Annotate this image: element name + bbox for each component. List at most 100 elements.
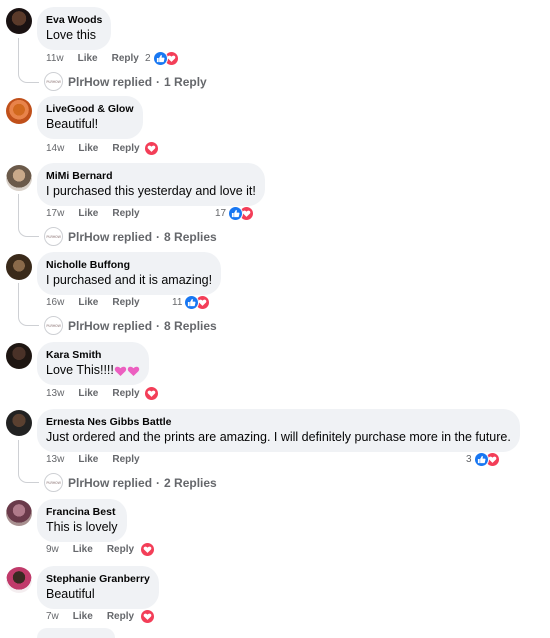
comment-time[interactable]: 17w bbox=[46, 208, 64, 219]
comment-text: Beautiful! bbox=[46, 117, 99, 131]
avatar[interactable] bbox=[6, 98, 32, 124]
comment-meta: 11w Like Reply bbox=[46, 53, 139, 64]
comment-meta: 13w Like Reply bbox=[46, 454, 140, 465]
view-replies-link[interactable]: PLRHOW PlrHow replied · 8 Replies bbox=[44, 227, 217, 246]
comment-time[interactable]: 11w bbox=[46, 53, 64, 64]
comment-meta: 14w Like Reply bbox=[46, 143, 140, 154]
separator-dot: · bbox=[156, 229, 161, 244]
avatar[interactable] bbox=[6, 8, 32, 34]
separator-dot: · bbox=[156, 475, 161, 490]
avatar[interactable] bbox=[6, 343, 32, 369]
commenter-name[interactable]: Ernesta Nes Gibbs Battle bbox=[46, 415, 511, 429]
reply-count: 8 Replies bbox=[164, 318, 217, 333]
reaction-count[interactable] bbox=[140, 609, 155, 624]
comment-time[interactable]: 7w bbox=[46, 611, 59, 622]
like-button[interactable]: Like bbox=[73, 611, 93, 622]
page-avatar: PLRHOW bbox=[44, 72, 63, 91]
love-reaction-icon bbox=[140, 542, 155, 557]
thread-line bbox=[18, 38, 39, 83]
comment-text: This is lovely bbox=[46, 520, 118, 534]
like-button[interactable]: Like bbox=[78, 454, 98, 465]
avatar[interactable] bbox=[6, 410, 32, 436]
commenter-name[interactable]: MiMi Bernard bbox=[46, 169, 256, 183]
reply-count: 8 Replies bbox=[164, 229, 217, 244]
reaction-count[interactable]: 11 bbox=[172, 295, 211, 310]
thread-line bbox=[18, 283, 39, 326]
comment-text: Love This!!!! bbox=[46, 362, 140, 378]
like-reaction-icon bbox=[473, 452, 489, 467]
like-button[interactable]: Like bbox=[73, 544, 93, 555]
comment-time[interactable]: 16w bbox=[46, 297, 64, 308]
comment-bubble: MiMi Bernard I purchased this yesterday … bbox=[37, 163, 265, 206]
like-button[interactable]: Like bbox=[78, 53, 98, 64]
love-reaction-icon bbox=[140, 609, 155, 624]
comment-time[interactable]: 9w bbox=[46, 544, 59, 555]
commenter-name[interactable]: Kara Smith bbox=[46, 348, 140, 362]
comment-text: Beautiful bbox=[46, 587, 95, 601]
like-button[interactable]: Like bbox=[78, 208, 98, 219]
comment-bubble: Ernesta Nes Gibbs Battle Just ordered an… bbox=[37, 409, 520, 452]
reaction-count[interactable]: 17 bbox=[215, 206, 255, 221]
page-avatar: PLRHOW bbox=[44, 227, 63, 246]
like-button[interactable]: Like bbox=[78, 388, 98, 399]
like-reaction-icon bbox=[152, 51, 168, 66]
like-button[interactable]: Like bbox=[78, 297, 98, 308]
comment-text: I purchased and it is amazing! bbox=[46, 273, 213, 287]
separator-dot: · bbox=[156, 74, 161, 89]
comment-time[interactable]: 14w bbox=[46, 143, 64, 154]
reaction-count[interactable] bbox=[144, 141, 159, 156]
pink-hearts-icon bbox=[114, 366, 140, 377]
like-button[interactable]: Like bbox=[78, 143, 98, 154]
reply-button[interactable]: Reply bbox=[112, 388, 139, 399]
reaction-count[interactable]: 3 bbox=[466, 452, 500, 467]
comment-meta: 9w Like Reply bbox=[46, 544, 134, 555]
commenter-name[interactable]: LiveGood & Glow bbox=[46, 102, 134, 116]
reply-button[interactable]: Reply bbox=[107, 544, 134, 555]
reply-button[interactable]: Reply bbox=[112, 208, 139, 219]
comment-bubble: Kara Smith Love This!!!! bbox=[37, 342, 149, 385]
commenter-name[interactable]: Stephanie Granberry bbox=[46, 572, 150, 586]
comment-text: Love this bbox=[46, 28, 97, 42]
reply-button[interactable]: Reply bbox=[112, 297, 139, 308]
avatar[interactable] bbox=[6, 567, 32, 593]
commenter-name[interactable]: Eva Woods bbox=[46, 13, 102, 27]
comment-time[interactable]: 13w bbox=[46, 388, 64, 399]
replied-by-text: PlrHow replied bbox=[68, 475, 153, 490]
replied-by-text: PlrHow replied bbox=[68, 229, 153, 244]
commenter-name[interactable]: Nicholle Buffong bbox=[46, 258, 212, 272]
thread-line bbox=[18, 440, 39, 483]
reaction-number: 2 bbox=[145, 53, 151, 64]
reply-button[interactable]: Reply bbox=[107, 611, 134, 622]
page-avatar: PLRHOW bbox=[44, 316, 63, 335]
comment-bubble: Stephanie Granberry Beautiful bbox=[37, 566, 159, 609]
reply-count: 2 Replies bbox=[164, 475, 217, 490]
comment-text: Just ordered and the prints are amazing.… bbox=[46, 430, 511, 444]
avatar[interactable] bbox=[6, 254, 32, 280]
commenter-name[interactable]: Francina Best bbox=[46, 505, 118, 519]
reaction-count[interactable] bbox=[140, 542, 155, 557]
next-comment-bubble bbox=[37, 628, 115, 638]
view-replies-link[interactable]: PLRHOW PlrHow replied · 8 Replies bbox=[44, 316, 217, 335]
comment-text: I purchased this yesterday and love it! bbox=[46, 184, 256, 198]
comment-bubble: Nicholle Buffong I purchased and it is a… bbox=[37, 252, 222, 295]
comment-meta: 17w Like Reply bbox=[46, 208, 140, 219]
comment-text-content: Love This!!!! bbox=[46, 363, 114, 377]
avatar[interactable] bbox=[6, 500, 32, 526]
comment-bubble: LiveGood & Glow Beautiful! bbox=[37, 96, 143, 139]
reply-button[interactable]: Reply bbox=[112, 143, 139, 154]
comment-bubble: Francina Best This is lovely bbox=[37, 499, 127, 542]
view-replies-link[interactable]: PLRHOW PlrHow replied · 2 Replies bbox=[44, 473, 217, 492]
reaction-count[interactable] bbox=[144, 386, 159, 401]
comment-meta: 7w Like Reply bbox=[46, 611, 134, 622]
love-reaction-icon bbox=[144, 386, 159, 401]
reaction-number: 11 bbox=[172, 297, 183, 308]
reply-button[interactable]: Reply bbox=[112, 454, 139, 465]
view-replies-link[interactable]: PLRHOW PlrHow replied · 1 Reply bbox=[44, 72, 207, 91]
comment-meta: 16w Like Reply bbox=[46, 297, 140, 308]
reaction-count[interactable]: 2 bbox=[145, 51, 179, 66]
reply-button[interactable]: Reply bbox=[112, 53, 139, 64]
comment-time[interactable]: 13w bbox=[46, 454, 64, 465]
avatar[interactable] bbox=[6, 165, 32, 191]
replied-by-text: PlrHow replied bbox=[68, 318, 153, 333]
separator-dot: · bbox=[156, 318, 161, 333]
